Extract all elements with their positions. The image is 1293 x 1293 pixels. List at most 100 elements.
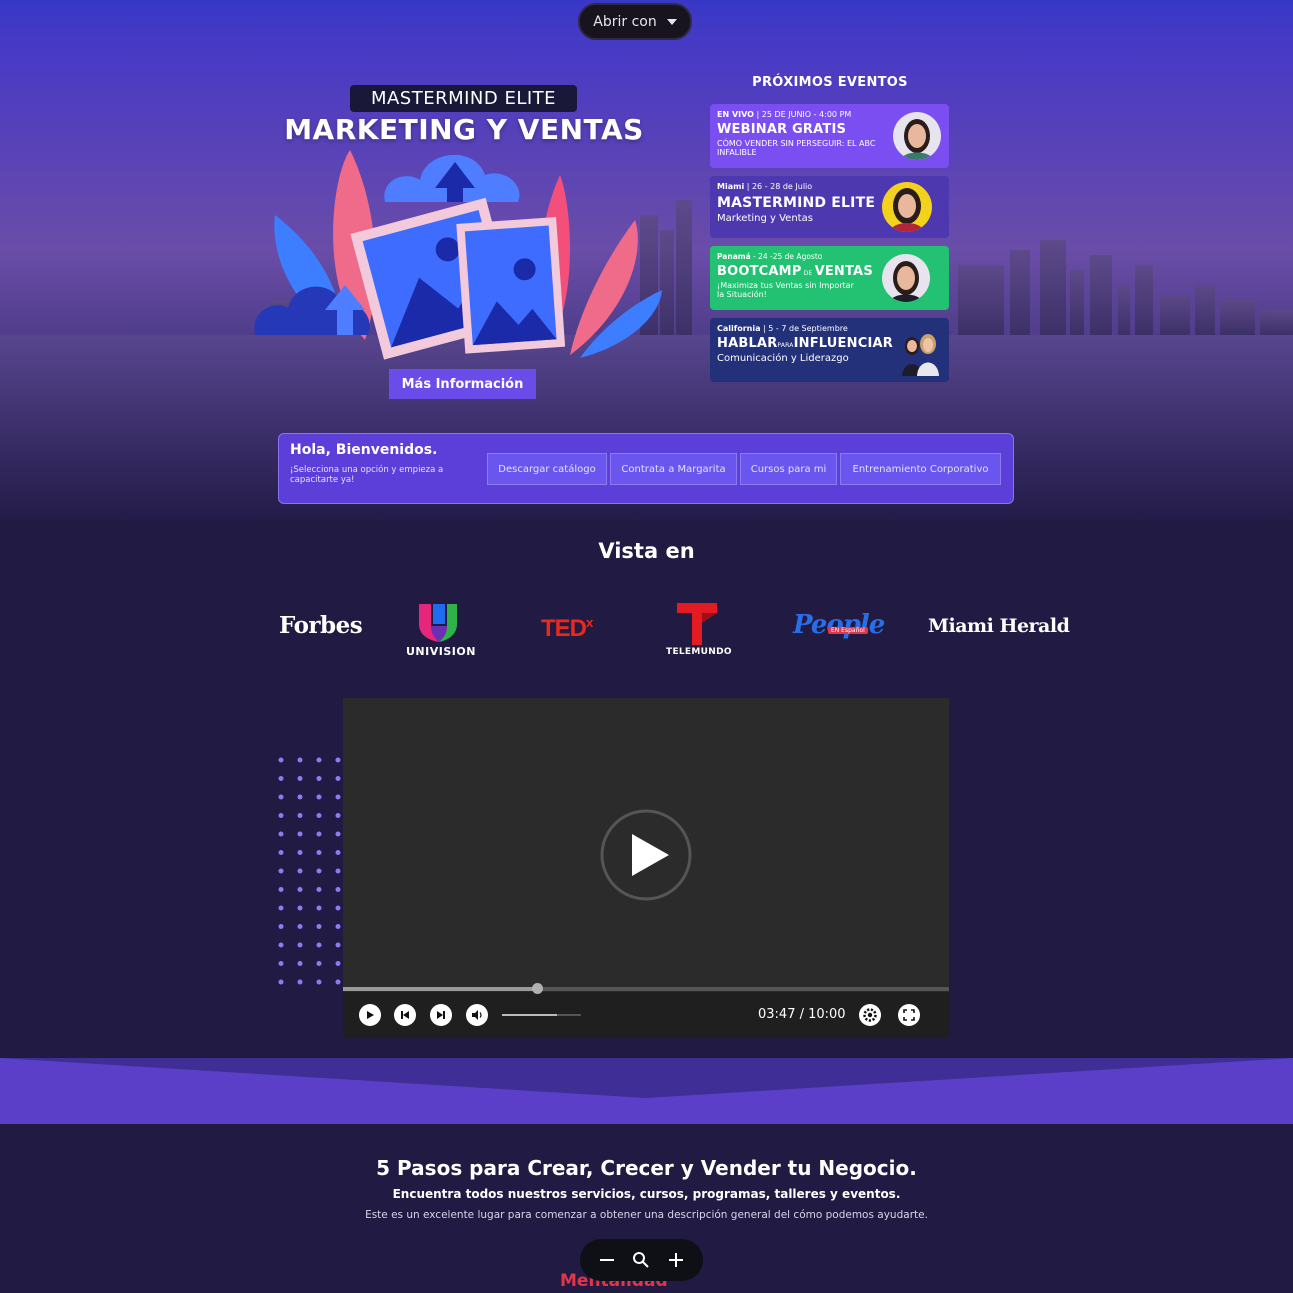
- steps-title: 5 Pasos para Crear, Crecer y Vender tu N…: [376, 1156, 917, 1180]
- play-overlay-icon[interactable]: [599, 808, 693, 902]
- zoom-toolbar: [580, 1239, 703, 1281]
- download-catalog-button[interactable]: Descargar catálogo: [487, 453, 607, 485]
- speaker-avatar: [882, 254, 930, 302]
- event-title-part: VENTAS: [814, 264, 873, 279]
- image-placeholder-icon: [254, 150, 662, 360]
- decoration-dot: [335, 887, 341, 892]
- event-location: California: [717, 324, 761, 333]
- decoration-dot: [335, 868, 341, 874]
- decoration-dot: [278, 887, 284, 892]
- decoration-dot: [316, 794, 322, 800]
- fullscreen-icon[interactable]: [898, 1004, 920, 1026]
- event-card-mastermind[interactable]: Miami | 26 - 28 de Julio MASTERMIND ELIT…: [710, 176, 949, 238]
- play-icon[interactable]: [359, 1004, 381, 1026]
- event-card-hablar[interactable]: California | 5 - 7 de Septiembre HABLARP…: [710, 318, 949, 382]
- settings-gear-icon[interactable]: [859, 1004, 881, 1026]
- open-with-dropdown[interactable]: Abrir con: [578, 3, 692, 40]
- corporate-training-button[interactable]: Entrenamiento Corporativo: [840, 453, 1001, 485]
- decoration-dot: [335, 776, 341, 781]
- video-progress-bar[interactable]: [343, 983, 949, 994]
- univision-logo-icon: [419, 604, 457, 642]
- hire-margarita-button[interactable]: Contrata a Margarita: [610, 453, 737, 485]
- decoration-dot: [297, 776, 303, 781]
- zoom-out-icon[interactable]: [595, 1248, 619, 1272]
- event-subtitle: ¡Maximiza tus Ventas sin Importar la Sit…: [717, 281, 854, 299]
- event-date: | 26 - 28 de Julio: [744, 182, 813, 191]
- event-title-connector: DE: [801, 270, 815, 277]
- decoration-dot: [297, 794, 303, 800]
- decoration-dot: [316, 979, 322, 985]
- dot-pattern-decoration: [278, 757, 341, 985]
- decoration-dot: [278, 961, 284, 966]
- people-tag: EN Español: [828, 627, 868, 634]
- event-location: Miami: [717, 182, 745, 191]
- decoration-dot: [335, 831, 341, 837]
- skip-forward-icon[interactable]: [430, 1004, 452, 1026]
- decoration-dot: [316, 757, 322, 763]
- decoration-dot: [297, 813, 303, 818]
- events-heading: PRÓXIMOS EVENTOS: [752, 75, 908, 90]
- skip-back-icon[interactable]: [394, 1004, 416, 1026]
- event-title-part: INFLUENCIAR: [793, 336, 893, 351]
- decoration-dot: [297, 961, 303, 966]
- decoration-dot: [278, 757, 284, 763]
- decoration-dot: [278, 794, 284, 800]
- decoration-dot: [278, 924, 284, 929]
- decoration-dot: [316, 924, 322, 929]
- decoration-dot: [316, 961, 322, 966]
- decoration-dot: [278, 776, 284, 781]
- tedx-logo: TEDx: [541, 615, 593, 643]
- decoration-dot: [316, 831, 322, 837]
- decoration-dot: [335, 905, 341, 911]
- decoration-dot: [278, 942, 284, 948]
- decoration-dot: [316, 850, 322, 855]
- telemundo-logo-icon: [677, 603, 717, 645]
- decoration-dot: [316, 813, 322, 818]
- video-player[interactable]: 03:47 / 10:00: [343, 698, 949, 1038]
- section-divider-band: [0, 1058, 1293, 1124]
- steps-description: Este es un excelente lugar para comenzar…: [365, 1209, 928, 1221]
- welcome-title: Hola, Bienvenidos.: [290, 442, 438, 458]
- event-card-webinar[interactable]: EN VIVO | 25 DE JUNIO - 4:00 PM WEBINAR …: [710, 104, 949, 168]
- open-with-label: Abrir con: [593, 13, 657, 30]
- decoration-dot: [335, 924, 341, 929]
- hero-section: Abrir con MASTERMIND ELITE MARKETING Y V…: [0, 0, 1293, 520]
- speaker-avatar: [882, 182, 932, 232]
- speaker-avatars: [898, 328, 942, 376]
- decoration-dot: [278, 831, 284, 837]
- event-subtitle: CÓMO VENDER SIN PERSEGUIR: EL ABC INFALI…: [717, 139, 876, 157]
- decoration-dot: [335, 794, 341, 800]
- event-title-part: BOOTCAMP: [717, 264, 802, 279]
- event-title-connector: PARA: [777, 342, 794, 349]
- volume-slider-fill: [502, 1014, 558, 1016]
- decoration-dot: [297, 887, 303, 892]
- event-location: EN VIVO: [717, 110, 754, 119]
- event-title-part: HABLAR: [717, 336, 778, 351]
- event-card-bootcamp[interactable]: Panamá - 24 -25 de Agosto BOOTCAMP DE VE…: [710, 246, 949, 310]
- welcome-panel: Hola, Bienvenidos. ¡Selecciona una opció…: [278, 433, 1014, 504]
- event-date: | 5 - 7 de Septiembre: [760, 324, 848, 333]
- volume-slider[interactable]: [502, 1014, 581, 1016]
- zoom-in-icon[interactable]: [664, 1248, 688, 1272]
- decoration-dot: [297, 831, 303, 837]
- decoration-dot: [278, 850, 284, 855]
- decoration-dot: [297, 942, 303, 948]
- decoration-dot: [297, 979, 303, 985]
- event-location: Panamá: [717, 252, 751, 261]
- video-progress-handle[interactable]: [531, 983, 543, 994]
- decoration-dot: [278, 905, 284, 911]
- magnifier-icon[interactable]: [629, 1248, 653, 1272]
- decoration-dot: [297, 868, 303, 874]
- volume-icon[interactable]: [466, 1004, 488, 1026]
- decoration-dot: [316, 905, 322, 911]
- more-info-button[interactable]: Más Información: [389, 369, 536, 399]
- decoration-dot: [335, 757, 341, 763]
- courses-for-me-button[interactable]: Cursos para mi: [740, 453, 837, 485]
- decoration-dot: [297, 757, 303, 763]
- steps-subtitle: Encuentra todos nuestros servicios, curs…: [392, 1187, 901, 1201]
- tedx-logo-x: x: [586, 615, 593, 630]
- miami-herald-logo: Miami Herald: [928, 615, 1070, 637]
- decoration-dot: [335, 979, 341, 985]
- decoration-dot: [297, 924, 303, 929]
- decoration-dot: [316, 887, 322, 892]
